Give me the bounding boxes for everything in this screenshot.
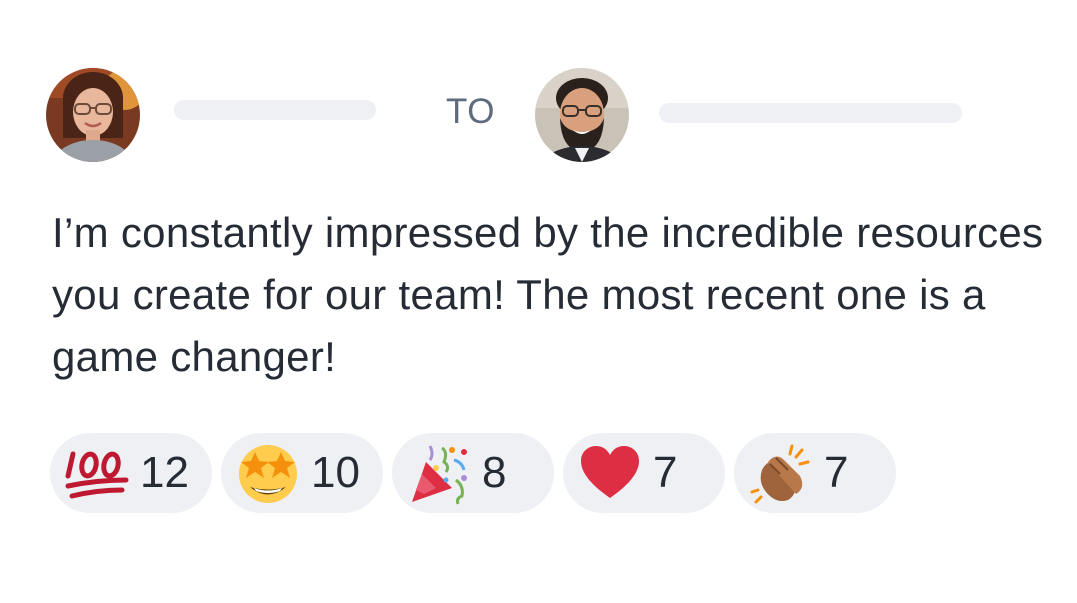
reaction-clapping-hands[interactable]: 7 xyxy=(734,433,896,513)
reaction-count: 8 xyxy=(482,448,507,497)
red-heart-icon xyxy=(577,440,643,506)
reactions-bar: 12 10 8 7 7 xyxy=(50,433,896,513)
reaction-count: 10 xyxy=(311,448,360,497)
reaction-count: 7 xyxy=(824,448,849,497)
recipient-avatar[interactable] xyxy=(535,68,629,162)
hundred-points-icon xyxy=(64,440,130,506)
to-label: TO xyxy=(446,92,495,131)
reaction-count: 7 xyxy=(653,448,678,497)
reaction-red-heart[interactable]: 7 xyxy=(563,433,725,513)
recognition-card: TO I’m constantly impressed by the incre… xyxy=(0,0,1077,603)
recipient-name-placeholder xyxy=(659,103,962,123)
reaction-star-struck[interactable]: 10 xyxy=(221,433,383,513)
star-struck-icon xyxy=(235,440,301,506)
recognition-header: TO xyxy=(46,68,1046,163)
party-popper-icon xyxy=(406,440,472,506)
reaction-party-popper[interactable]: 8 xyxy=(392,433,554,513)
reaction-hundred-points[interactable]: 12 xyxy=(50,433,212,513)
recognition-message: I’m constantly impressed by the incredib… xyxy=(52,209,1044,380)
clapping-hands-icon xyxy=(748,440,814,506)
sender-avatar[interactable] xyxy=(46,68,140,162)
reaction-count: 12 xyxy=(140,448,189,497)
sender-name-placeholder xyxy=(174,100,376,120)
